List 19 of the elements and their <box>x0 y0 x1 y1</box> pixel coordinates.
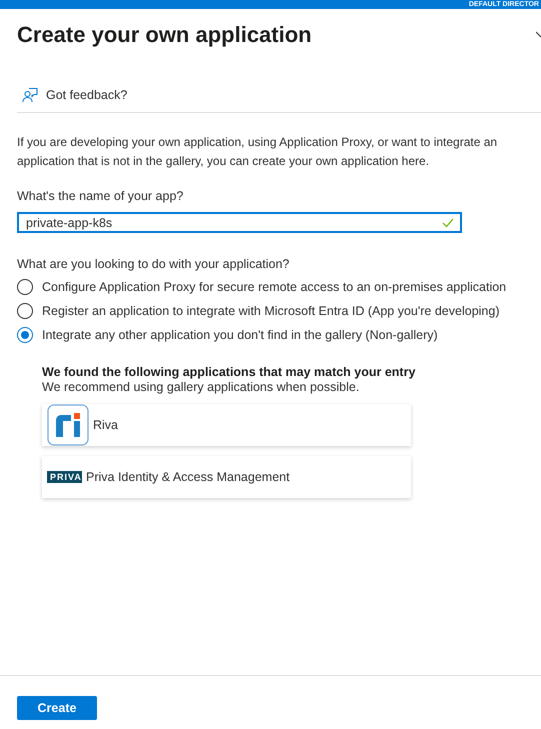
radio-option[interactable]: Integrate any other application you don't find in the gallery (Non-gallery) <box>17 327 541 343</box>
radio-option[interactable]: Configure Application Proxy for secure remote access to an on-premises application <box>17 279 541 295</box>
field-label: What's the name of your app? <box>17 189 184 203</box>
app-card[interactable]: Riva <box>42 404 411 446</box>
intro-text: If you are developing your own application, using Application Proxy, or want to integrate an application that is not in the gallery, you can create your own application here. <box>17 134 498 170</box>
feedback-link[interactable]: Got feedback? <box>22 87 128 103</box>
app-card[interactable]: PRIVA Priva Identity & Access Management <box>42 456 411 498</box>
feedback-icon <box>22 87 38 103</box>
matches-heading: We found the following applications that may match your entry <box>42 365 416 379</box>
radio-option[interactable]: Register an application to integrate with Microsoft Entra ID (App you're developing) <box>17 303 541 319</box>
matches-subheading: We recommend using gallery applications when possible. <box>42 380 360 394</box>
app-logo-icon <box>47 404 89 446</box>
app-name-field[interactable]: private-app-k8s <box>17 212 462 233</box>
page-title: Create your own application <box>17 21 312 49</box>
create-button[interactable]: Create <box>17 696 97 720</box>
app-logo: PRIVA <box>47 471 82 483</box>
app-name: Priva Identity & Access Management <box>86 470 290 484</box>
app-name: Riva <box>93 418 118 432</box>
question-label: What are you looking to do with your application? <box>17 257 290 271</box>
